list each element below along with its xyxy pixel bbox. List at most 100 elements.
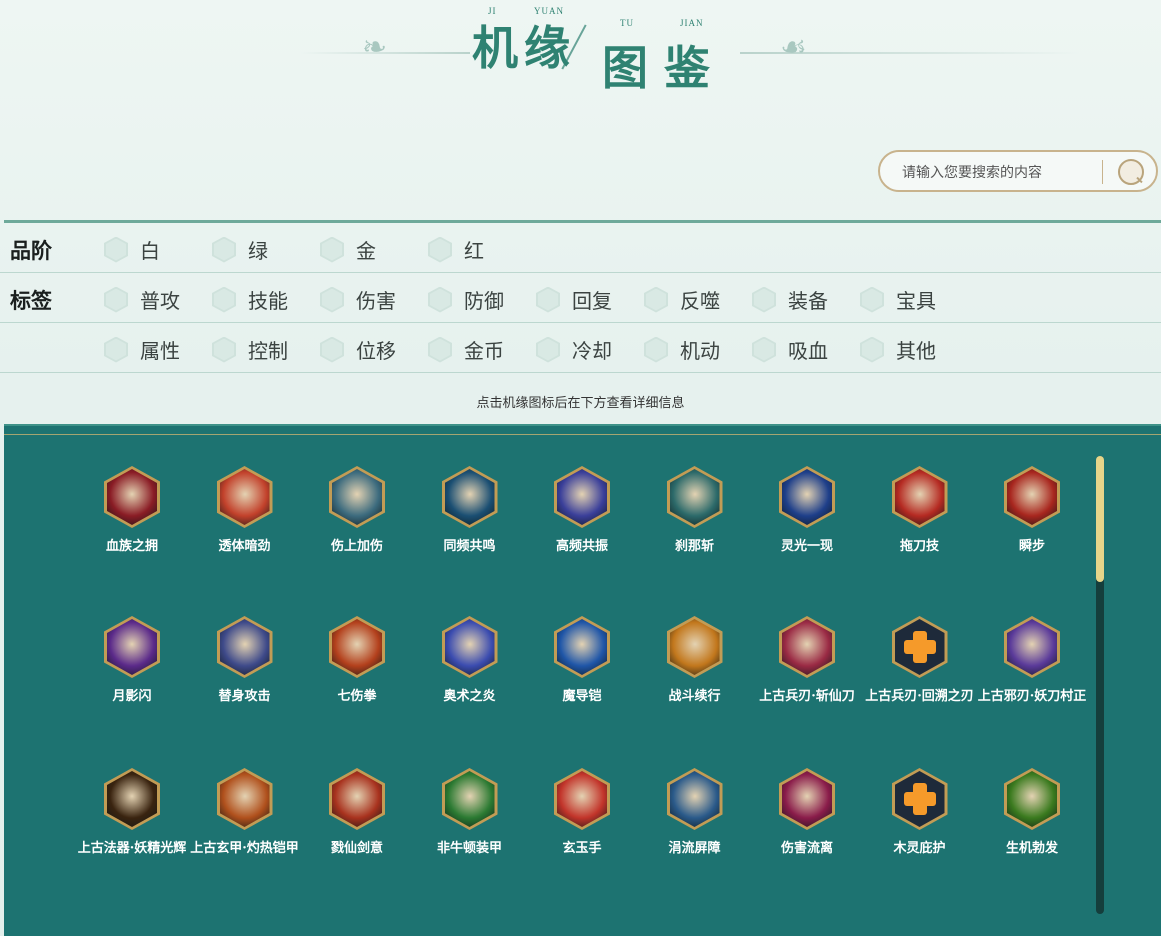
hexagon-checkbox-icon[interactable] [860,286,884,313]
plus-cross-icon[interactable] [891,616,948,678]
tag-option-6[interactable]: 反噬 [644,285,720,314]
item-card[interactable]: 伤上加伤 [301,466,413,556]
skill-hexagon-icon[interactable] [554,616,610,678]
item-card[interactable]: 伤害流离 [751,768,863,858]
item-card[interactable]: 战斗续行 [639,616,751,706]
search-icon[interactable] [1118,159,1144,185]
item-card[interactable]: 戮仙剑意 [301,768,413,858]
skill-hexagon-icon[interactable] [329,768,385,830]
skill-hexagon-icon[interactable] [779,616,835,678]
item-card[interactable]: 上古兵刃·斩仙刀 [751,616,863,706]
item-card[interactable]: 上古法器·妖精光辉 [76,768,188,858]
hexagon-checkbox-icon[interactable] [644,336,668,363]
grade-option-3[interactable]: 金 [320,235,376,264]
hexagon-checkbox-icon[interactable] [104,286,128,313]
hexagon-checkbox-icon[interactable] [212,336,236,363]
tag-option-1[interactable]: 普攻 [104,285,180,314]
skill-hexagon-icon[interactable] [666,466,723,528]
skill-hexagon-icon[interactable] [104,616,160,678]
item-card[interactable]: 玄玉手 [526,768,638,858]
item-card[interactable]: 上古邪刃·妖刀村正 [976,616,1088,706]
skill-icon-art [107,469,157,525]
hexagon-checkbox-icon[interactable] [104,236,128,263]
tag-option-8[interactable]: 宝具 [860,285,936,314]
tag-option-4[interactable]: 防御 [428,285,504,314]
hexagon-checkbox-icon[interactable] [104,336,128,363]
item-card[interactable]: 月影闪 [76,616,188,706]
tag-option-8[interactable]: 其他 [860,335,936,364]
scrollbar-thumb[interactable] [1096,456,1104,582]
hexagon-checkbox-icon[interactable] [860,336,884,363]
skill-hexagon-icon[interactable] [216,768,273,830]
search-input[interactable] [900,160,1094,184]
skill-icon-art [444,771,495,827]
hexagon-checkbox-icon[interactable] [212,286,236,313]
hexagon-checkbox-icon[interactable] [428,236,452,263]
item-card[interactable]: 生机勃发 [976,768,1088,858]
skill-hexagon-icon[interactable] [216,466,273,528]
skill-hexagon-icon[interactable] [779,768,835,830]
item-card[interactable]: 非牛顿装甲 [414,768,526,858]
skill-hexagon-icon[interactable] [104,466,160,528]
skill-hexagon-icon[interactable] [891,466,948,528]
skill-hexagon-icon[interactable] [329,466,385,528]
skill-hexagon-icon[interactable] [666,616,723,678]
tag-option-4[interactable]: 金币 [428,335,504,364]
item-card[interactable]: 奥术之炎 [414,616,526,706]
item-card[interactable]: 同频共鸣 [414,466,526,556]
hexagon-checkbox-icon[interactable] [644,286,668,313]
hexagon-checkbox-icon[interactable] [428,286,452,313]
tag-option-5[interactable]: 冷却 [536,335,612,364]
tag-option-3[interactable]: 位移 [320,335,396,364]
skill-hexagon-icon[interactable] [216,616,273,678]
hexagon-checkbox-icon[interactable] [752,336,776,363]
item-card[interactable]: 上古玄甲·灼热铠甲 [189,768,301,858]
item-card[interactable]: 木灵庇护 [864,768,976,858]
tag-option-2[interactable]: 控制 [212,335,288,364]
item-card[interactable]: 魔导铠 [526,616,638,706]
skill-hexagon-icon[interactable] [1004,768,1060,830]
item-card[interactable]: 血族之拥 [76,466,188,556]
hexagon-checkbox-icon[interactable] [212,236,236,263]
skill-hexagon-icon[interactable] [329,616,385,678]
grade-option-1[interactable]: 白 [104,235,160,264]
tag-option-7[interactable]: 装备 [752,285,828,314]
item-card[interactable]: 上古兵刃·回溯之刃 [864,616,976,706]
scrollbar-track[interactable] [1096,456,1104,914]
tag-option-7[interactable]: 吸血 [752,335,828,364]
hexagon-checkbox-icon[interactable] [536,336,560,363]
item-card[interactable]: 拖刀技 [864,466,976,556]
skill-hexagon-icon[interactable] [441,466,498,528]
item-card[interactable]: 七伤拳 [301,616,413,706]
item-card[interactable]: 刹那斩 [639,466,751,556]
plus-cross-icon[interactable] [891,768,948,830]
skill-hexagon-icon[interactable] [779,466,835,528]
hexagon-checkbox-icon[interactable] [536,286,560,313]
item-card[interactable]: 灵光一现 [751,466,863,556]
tag-option-2[interactable]: 技能 [212,285,288,314]
item-card[interactable]: 替身攻击 [189,616,301,706]
skill-hexagon-icon[interactable] [666,768,723,830]
grade-option-4[interactable]: 红 [428,235,484,264]
hexagon-checkbox-icon[interactable] [320,336,344,363]
skill-hexagon-icon[interactable] [1004,466,1060,528]
hexagon-checkbox-icon[interactable] [320,286,344,313]
item-card[interactable]: 瞬步 [976,466,1088,556]
hexagon-checkbox-icon[interactable] [428,336,452,363]
skill-hexagon-icon[interactable] [104,768,160,830]
skill-hexagon-icon[interactable] [554,768,610,830]
tag-option-3[interactable]: 伤害 [320,285,396,314]
item-card[interactable]: 高频共振 [526,466,638,556]
item-card[interactable]: 透体暗劲 [189,466,301,556]
skill-hexagon-icon[interactable] [441,616,498,678]
tag-option-6[interactable]: 机动 [644,335,720,364]
skill-hexagon-icon[interactable] [441,768,498,830]
item-card[interactable]: 涓流屏障 [639,768,751,858]
hexagon-checkbox-icon[interactable] [752,286,776,313]
tag-option-5[interactable]: 回复 [536,285,612,314]
skill-hexagon-icon[interactable] [1004,616,1060,678]
skill-hexagon-icon[interactable] [554,466,610,528]
hexagon-checkbox-icon[interactable] [320,236,344,263]
tag-option-1[interactable]: 属性 [104,335,180,364]
grade-option-2[interactable]: 绿 [212,235,268,264]
